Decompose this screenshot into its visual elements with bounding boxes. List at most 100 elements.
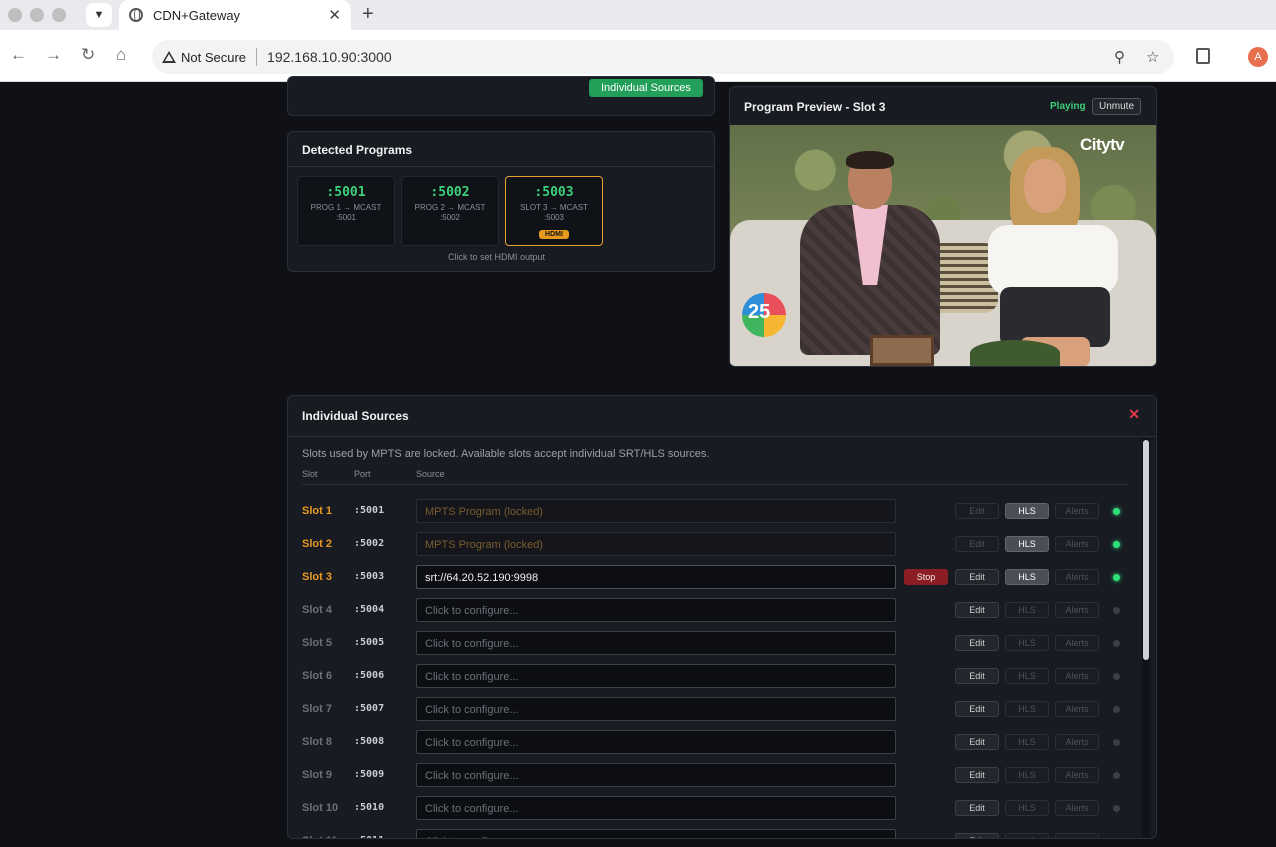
column-header-slot: Slot — [302, 469, 318, 479]
edit-button[interactable]: Edit — [955, 767, 999, 783]
alerts-button[interactable]: Alerts — [1055, 767, 1099, 783]
scrollbar-thumb[interactable] — [1143, 440, 1149, 660]
playback-status: Playing — [1050, 101, 1086, 112]
edit-button[interactable]: Edit — [955, 668, 999, 684]
status-dot-icon — [1113, 706, 1120, 713]
close-icon[interactable]: ✕ — [1128, 406, 1140, 423]
back-arrow-icon[interactable]: ← — [10, 45, 27, 65]
hls-button[interactable]: HLS — [1005, 668, 1049, 684]
hls-button[interactable]: HLS — [1005, 701, 1049, 717]
stop-button[interactable]: Stop — [904, 569, 948, 585]
browser-toolbar: ← → ↻ ⌂ Not Secure 192.168.10.90:3000 ⚲ … — [0, 30, 1276, 82]
forward-arrow-icon[interactable]: → — [45, 45, 62, 65]
program-mcast-port: :5001 — [335, 213, 357, 222]
program-card-5001[interactable]: :5001 PROG 1 → MCAST :5001 — [297, 176, 395, 246]
alerts-button[interactable]: Alerts — [1055, 833, 1099, 838]
tab-search-chevron-icon[interactable]: ▼ — [86, 3, 112, 27]
profile-avatar[interactable]: A — [1248, 47, 1268, 67]
video-host-female — [980, 147, 1140, 366]
hls-button[interactable]: HLS — [1005, 602, 1049, 618]
address-bar[interactable]: Not Secure 192.168.10.90:3000 ⚲ ☆ — [152, 40, 1174, 74]
url-text[interactable]: 192.168.10.90:3000 — [267, 49, 392, 65]
hls-button[interactable]: HLS — [1005, 503, 1049, 519]
slot-row: Slot 6 :5006 Click to configure... Edit HLS A… — [288, 664, 1138, 688]
slot-label: Slot 8 — [302, 736, 332, 748]
edit-button[interactable]: Edit — [955, 833, 999, 838]
extensions-puzzle-icon[interactable] — [1196, 48, 1210, 64]
anniversary-logo-text: 25 — [748, 301, 771, 323]
window-zoom-control[interactable] — [52, 8, 66, 22]
slot-label: Slot 5 — [302, 637, 332, 649]
source-input[interactable]: Click to configure... — [416, 631, 896, 655]
hls-button[interactable]: HLS — [1005, 536, 1049, 552]
hls-button[interactable]: HLS — [1005, 767, 1049, 783]
status-dot-icon — [1113, 805, 1120, 812]
window-close-control[interactable] — [8, 8, 22, 22]
program-port: :5002 — [430, 185, 470, 200]
edit-button[interactable]: Edit — [955, 635, 999, 651]
source-input[interactable]: Click to configure... — [416, 664, 896, 688]
slot-label: Slot 7 — [302, 703, 332, 715]
status-dot-icon — [1113, 541, 1120, 548]
program-card-5003[interactable]: :5003 SLOT 3 → MCAST :5003 HDMI — [505, 176, 603, 246]
alerts-button[interactable]: Alerts — [1055, 701, 1099, 717]
individual-sources-button[interactable]: Individual Sources — [589, 79, 703, 97]
edit-button[interactable]: Edit — [955, 800, 999, 816]
sources-title: Individual Sources — [302, 409, 409, 423]
source-input[interactable]: Click to configure... — [416, 763, 896, 787]
source-input: MPTS Program (locked) — [416, 499, 896, 523]
home-icon[interactable]: ⌂ — [116, 45, 126, 65]
source-input[interactable]: Click to configure... — [416, 829, 896, 838]
hls-button[interactable]: HLS — [1005, 635, 1049, 651]
column-header-port: Port — [354, 469, 371, 479]
alerts-button[interactable]: Alerts — [1055, 734, 1099, 750]
edit-button[interactable]: Edit — [955, 569, 999, 585]
alerts-button[interactable]: Alerts — [1055, 668, 1099, 684]
browser-tab[interactable]: CDN+Gateway ✕ — [119, 0, 351, 30]
unmute-button[interactable]: Unmute — [1092, 98, 1142, 115]
source-input[interactable]: srt://64.20.52.190:9998 — [416, 565, 896, 589]
video-player[interactable]: Citytv 25 — [730, 125, 1156, 366]
source-input[interactable]: Click to configure... — [416, 697, 896, 721]
status-dot-icon — [1113, 607, 1120, 614]
alerts-button[interactable]: Alerts — [1055, 503, 1099, 519]
hls-button[interactable]: HLS — [1005, 569, 1049, 585]
tab-close-icon[interactable]: ✕ — [328, 6, 341, 24]
source-input[interactable]: Click to configure... — [416, 796, 896, 820]
slot-port: :5010 — [354, 802, 385, 813]
hls-button[interactable]: HLS — [1005, 734, 1049, 750]
alerts-button[interactable]: Alerts — [1055, 536, 1099, 552]
status-dot-icon — [1113, 739, 1120, 746]
source-input[interactable]: Click to configure... — [416, 730, 896, 754]
program-card-5002[interactable]: :5002 PROG 2 → MCAST :5002 — [401, 176, 499, 246]
controls-panel: Individual Sources — [287, 76, 715, 116]
program-port: :5001 — [326, 185, 366, 200]
alerts-button[interactable]: Alerts — [1055, 569, 1099, 585]
slot-label: Slot 9 — [302, 769, 332, 781]
slot-label: Slot 6 — [302, 670, 332, 682]
video-picture-frame — [870, 335, 934, 366]
channel-logo: Citytv — [1080, 135, 1125, 154]
source-input[interactable]: Click to configure... — [416, 598, 896, 622]
source-input: MPTS Program (locked) — [416, 532, 896, 556]
security-label[interactable]: Not Secure — [181, 50, 246, 65]
slot-port: :5006 — [354, 670, 385, 681]
new-tab-plus-icon[interactable]: + — [362, 3, 374, 26]
anniversary-logo: 25 — [742, 293, 786, 337]
slot-row: Slot 4:5004 Click to configure... Edit HLS A… — [288, 598, 1138, 622]
slot-label: Slot 1 — [302, 505, 332, 517]
window-minimize-control[interactable] — [30, 8, 44, 22]
alerts-button[interactable]: Alerts — [1055, 602, 1099, 618]
hls-button[interactable]: HLS — [1005, 800, 1049, 816]
zoom-magnifier-icon[interactable]: ⚲ — [1114, 48, 1125, 66]
hls-button[interactable]: HLS — [1005, 833, 1049, 838]
individual-sources-panel: Individual Sources ✕ Slots used by MPTS … — [287, 395, 1157, 839]
status-dot-icon — [1113, 673, 1120, 680]
edit-button[interactable]: Edit — [955, 701, 999, 717]
bookmark-star-icon[interactable]: ☆ — [1146, 48, 1159, 66]
edit-button[interactable]: Edit — [955, 734, 999, 750]
edit-button[interactable]: Edit — [955, 602, 999, 618]
alerts-button[interactable]: Alerts — [1055, 800, 1099, 816]
alerts-button[interactable]: Alerts — [1055, 635, 1099, 651]
reload-icon[interactable]: ↻ — [81, 45, 95, 65]
